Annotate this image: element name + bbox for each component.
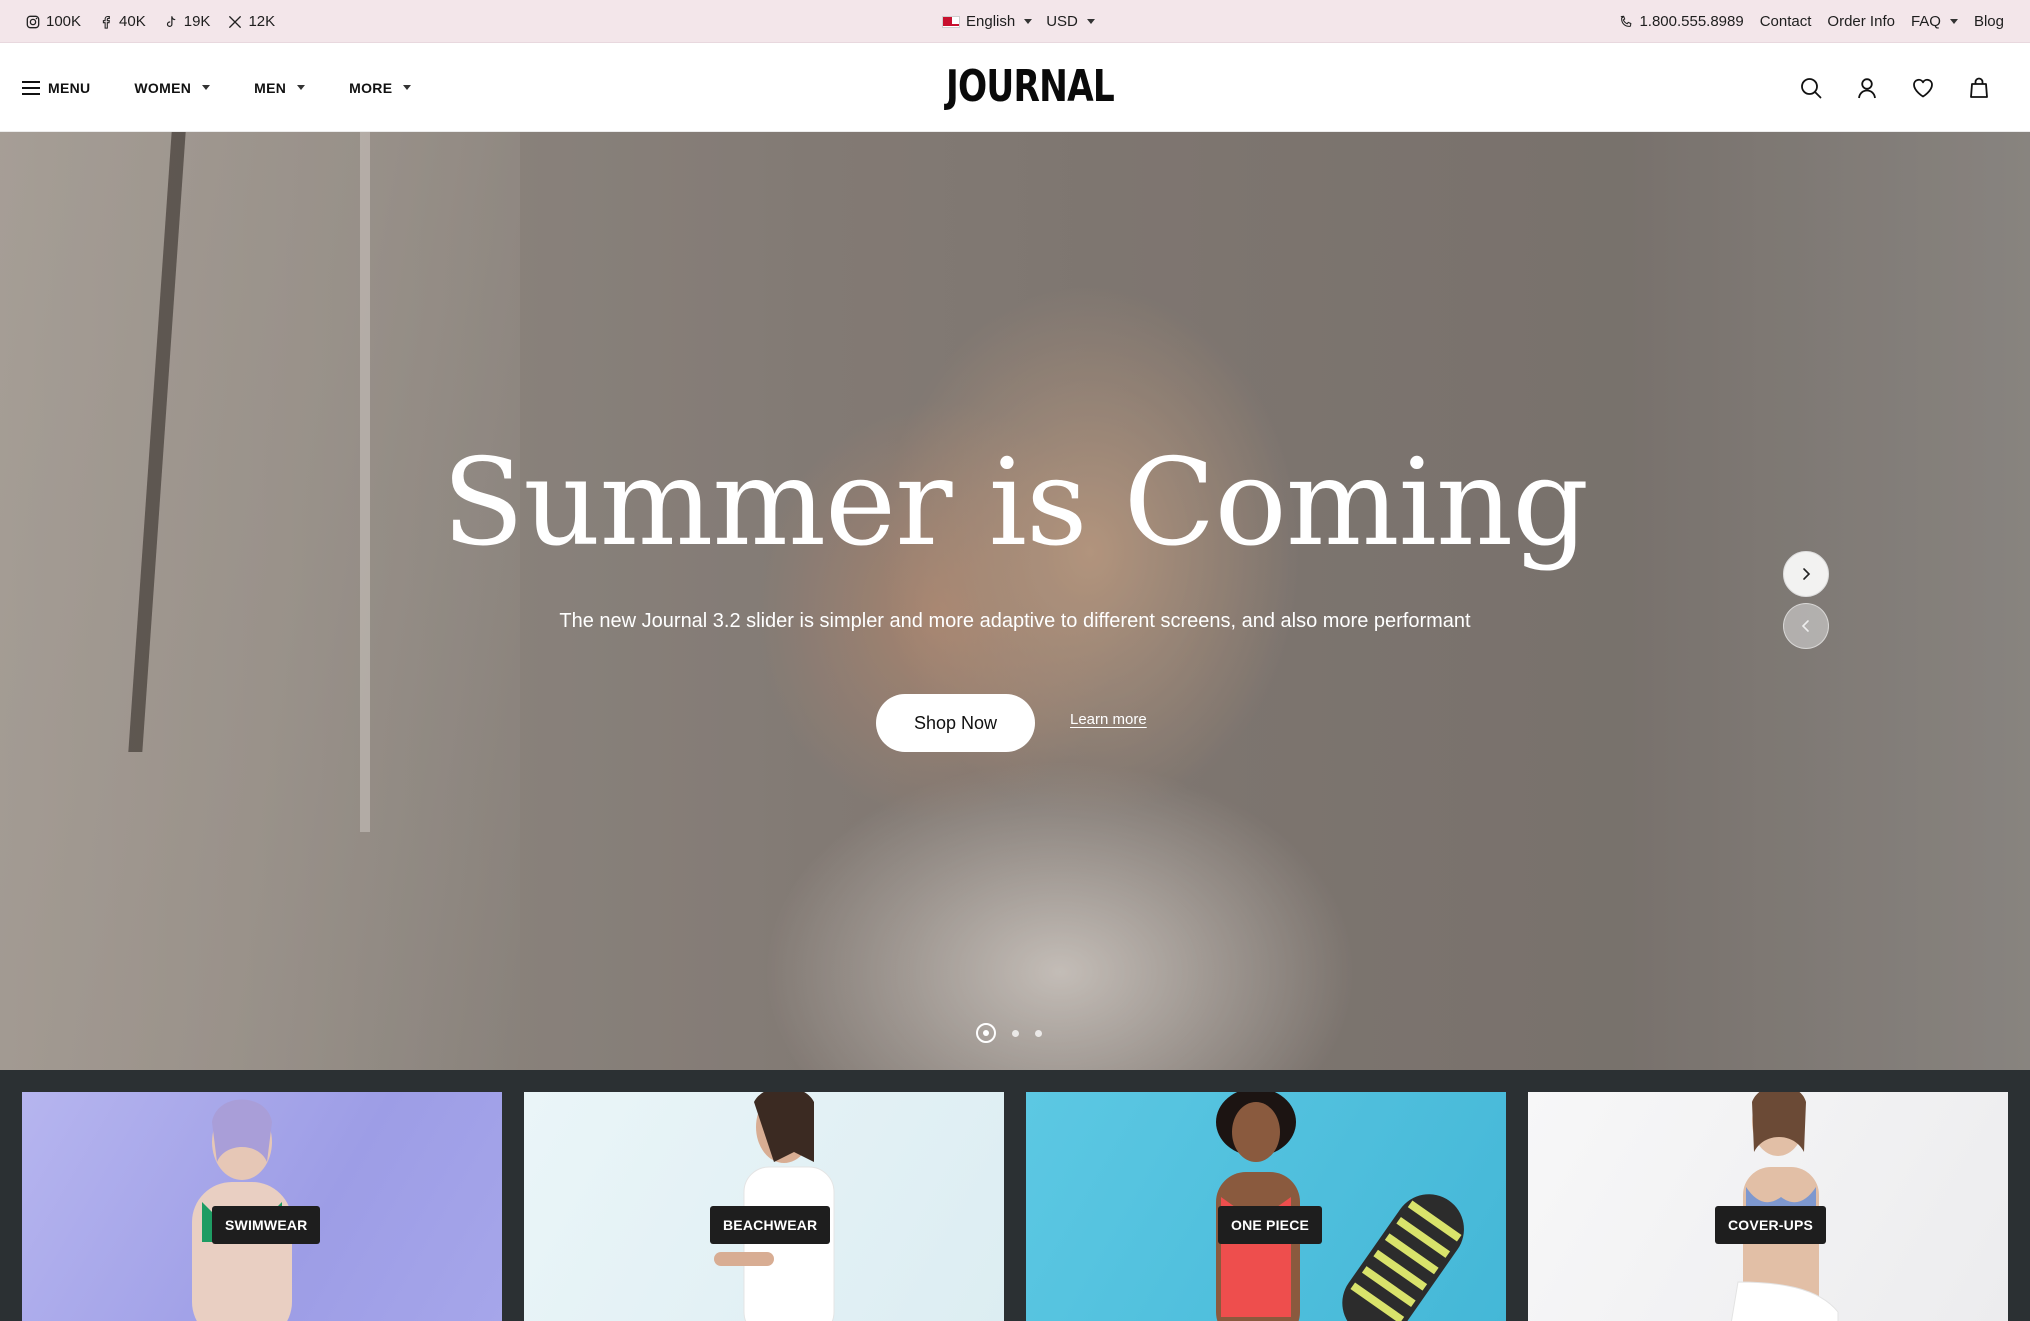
locale-switchers: English USD — [942, 0, 1095, 43]
social-facebook[interactable]: 40K — [99, 13, 146, 30]
hero-title: Summer is Coming — [441, 434, 1589, 573]
main-header: MENU WOMEN MEN MORE JOURNAL — [0, 43, 2030, 132]
cart-button[interactable] — [1964, 73, 1994, 103]
main-nav: MENU WOMEN MEN MORE — [22, 43, 412, 132]
slider-dot-3[interactable] — [1035, 1029, 1042, 1037]
social-tiktok[interactable]: 19K — [164, 13, 211, 30]
slider-next-button[interactable] — [1783, 551, 1829, 597]
currency-label: USD — [1046, 13, 1078, 30]
chevron-down-icon — [403, 85, 412, 90]
nav-item-women[interactable]: WOMEN — [134, 79, 211, 96]
top-links: 1.800.555.8989 Contact Order Info FAQ Bl… — [1619, 0, 2004, 43]
top-bar: 100K 40K 19K 12K English USD 1.800.555.8… — [0, 0, 2030, 43]
phone-link[interactable]: 1.800.555.8989 — [1619, 13, 1744, 30]
menu-button[interactable]: MENU — [22, 80, 90, 96]
tiktok-count: 19K — [183, 13, 211, 30]
chevron-down-icon — [1949, 19, 1958, 24]
category-card-one-piece[interactable]: ONE PIECE — [1026, 1092, 1506, 1321]
contact-link[interactable]: Contact — [1760, 13, 1812, 30]
cart-icon — [1970, 77, 1988, 98]
phone-number: 1.800.555.8989 — [1639, 13, 1744, 30]
slider-prev-button[interactable] — [1783, 603, 1829, 649]
nav-more-label: MORE — [349, 79, 393, 96]
order-info-link[interactable]: Order Info — [1827, 13, 1895, 30]
chevron-down-icon — [202, 85, 211, 90]
slider-pagination — [976, 1023, 1042, 1043]
currency-switcher[interactable]: USD — [1046, 13, 1095, 30]
uk-flag-icon — [942, 15, 960, 28]
search-button[interactable] — [1796, 73, 1826, 103]
account-button[interactable] — [1852, 73, 1882, 103]
nav-item-men[interactable]: MEN — [254, 79, 306, 96]
category-label: COVER-UPS — [1715, 1206, 1827, 1244]
wishlist-icon — [1913, 78, 1933, 97]
slider-dot-2[interactable] — [1012, 1029, 1019, 1037]
chevron-down-icon — [1086, 19, 1095, 24]
category-label: SWIMWEAR — [212, 1206, 321, 1244]
hero-image-overlay — [0, 132, 2030, 1070]
site-logo[interactable]: JOURNAL — [946, 63, 1115, 111]
nav-men-label: MEN — [254, 79, 287, 96]
slider-dot-1[interactable] — [976, 1023, 996, 1043]
chevron-down-icon — [297, 85, 306, 90]
nav-women-label: WOMEN — [134, 79, 192, 96]
faq-dropdown[interactable]: FAQ — [1911, 13, 1958, 30]
tiktok-icon — [166, 15, 176, 27]
wishlist-button[interactable] — [1908, 73, 1938, 103]
social-x[interactable]: 12K — [228, 13, 275, 30]
header-actions — [1796, 43, 1994, 132]
facebook-count: 40K — [119, 13, 146, 30]
hero-subtitle: The new Journal 3.2 slider is simpler an… — [559, 610, 1471, 632]
hero-slider: Summer is Coming The new Journal 3.2 sli… — [0, 132, 2030, 1070]
instagram-icon — [26, 15, 40, 28]
x-icon — [229, 15, 242, 28]
account-icon — [1858, 77, 1876, 98]
faq-label: FAQ — [1910, 13, 1941, 30]
blog-link[interactable]: Blog — [1974, 13, 2004, 30]
category-card-beachwear[interactable]: BEACHWEAR — [524, 1092, 1004, 1321]
chevron-right-icon — [1803, 568, 1811, 580]
instagram-count: 100K — [46, 13, 82, 30]
shop-now-button[interactable]: Shop Now — [876, 694, 1035, 752]
search-icon — [1801, 77, 1822, 98]
social-counts: 100K 40K 19K 12K — [26, 0, 275, 43]
x-count: 12K — [248, 13, 276, 30]
menu-label: MENU — [48, 79, 91, 96]
chevron-down-icon — [1024, 19, 1033, 24]
language-label: English — [966, 13, 1016, 30]
chevron-left-icon — [1801, 620, 1809, 632]
facebook-icon — [102, 15, 110, 29]
language-switcher[interactable]: English — [942, 13, 1033, 30]
nav-item-more[interactable]: MORE — [349, 79, 412, 96]
category-card-swimwear[interactable]: SWIMWEAR — [22, 1092, 502, 1321]
category-label: ONE PIECE — [1218, 1206, 1323, 1244]
category-card-cover-ups[interactable]: COVER-UPS — [1528, 1092, 2008, 1321]
hamburger-icon — [22, 80, 40, 95]
learn-more-link[interactable]: Learn more — [1070, 711, 1147, 728]
phone-icon — [1620, 15, 1632, 27]
category-label: BEACHWEAR — [710, 1206, 831, 1244]
social-instagram[interactable]: 100K — [26, 13, 81, 30]
category-strip: SWIMWEAR BEACHWEAR ONE PIECE COVER-UPS — [0, 1070, 2030, 1321]
